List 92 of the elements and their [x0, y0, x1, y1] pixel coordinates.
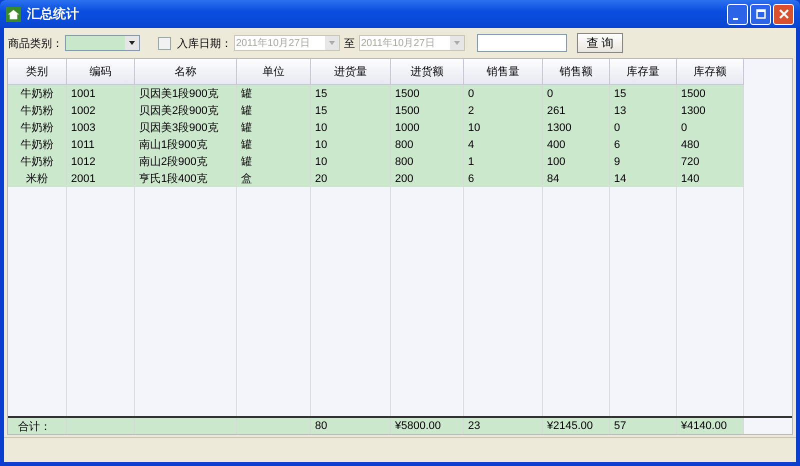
table-cell — [67, 418, 135, 434]
table-cell: 1500 — [391, 102, 464, 119]
table-cell: 亨氏1段400克 — [135, 170, 237, 187]
total-value: ¥4140.00 — [677, 418, 744, 434]
column-header[interactable]: 库存额 — [677, 59, 744, 85]
table-cell: 牛奶粉 — [8, 136, 67, 153]
table-cell: 牛奶粉 — [8, 85, 67, 102]
table-cell: 400 — [543, 136, 610, 153]
table-cell: 0 — [464, 85, 543, 102]
category-label: 商品类别： — [8, 36, 63, 50]
table-cell: 10 — [311, 136, 391, 153]
table-cell: 100 — [543, 153, 610, 170]
maximize-icon — [756, 9, 766, 19]
column-header[interactable]: 类别 — [8, 59, 67, 85]
close-button[interactable] — [773, 4, 794, 24]
search-button[interactable]: 查 询 — [577, 33, 623, 53]
table-cell: 15 — [311, 85, 391, 102]
column-header[interactable]: 编码 — [67, 59, 135, 85]
table-cell: 2001 — [67, 170, 135, 187]
table-cell: 牛奶粉 — [8, 153, 67, 170]
table-cell: 261 — [543, 102, 610, 119]
table-cell: 2 — [464, 102, 543, 119]
table-cell: 14 — [610, 170, 677, 187]
table-cell: 牛奶粉 — [8, 102, 67, 119]
table-cell: 1500 — [677, 85, 744, 102]
to-label: 至 — [344, 36, 355, 50]
window-title: 汇总统计 — [27, 5, 80, 23]
table-cell: 0 — [610, 119, 677, 136]
table-cell: 米粉 — [8, 170, 67, 187]
table-cell: 800 — [391, 153, 464, 170]
table-cell: 罐 — [237, 85, 311, 102]
table-cell: 200 — [391, 170, 464, 187]
total-value: 23 — [464, 418, 543, 434]
search-field[interactable] — [477, 34, 567, 52]
date-label: 入库日期： — [177, 36, 232, 50]
table-cell: 15 — [610, 85, 677, 102]
table-cell: 贝因美1段900克 — [135, 85, 237, 102]
column-header[interactable]: 库存量 — [610, 59, 677, 85]
column-header[interactable]: 名称 — [135, 59, 237, 85]
table-cell: 800 — [391, 136, 464, 153]
table-cell: 南山1段900克 — [135, 136, 237, 153]
total-value: 57 — [610, 418, 677, 434]
table-cell: 贝因美2段900克 — [135, 102, 237, 119]
table-cell: 1300 — [543, 119, 610, 136]
table-cell: 140 — [677, 170, 744, 187]
table-cell: 15 — [311, 102, 391, 119]
table-cell: 0 — [677, 119, 744, 136]
minimize-icon — [733, 18, 738, 20]
total-value: ¥5800.00 — [391, 418, 464, 434]
house-icon — [6, 6, 21, 22]
table-cell: 1500 — [391, 85, 464, 102]
table-cell: 4 — [464, 136, 543, 153]
table-cell: 1 — [464, 153, 543, 170]
total-label: 合计： — [8, 418, 67, 434]
table-cell: 罐 — [237, 119, 311, 136]
table-cell: 1003 — [67, 119, 135, 136]
table-cell: 6 — [610, 136, 677, 153]
column-header[interactable]: 单位 — [237, 59, 311, 85]
table-cell: 罐 — [237, 102, 311, 119]
table-cell: 1002 — [67, 102, 135, 119]
maximize-button[interactable] — [750, 4, 771, 24]
table-cell: 牛奶粉 — [8, 119, 67, 136]
table-cell: 10 — [311, 153, 391, 170]
table-cell: 0 — [543, 85, 610, 102]
table-cell: 480 — [677, 136, 744, 153]
table-cell: 罐 — [237, 136, 311, 153]
table-cell: 6 — [464, 170, 543, 187]
table-cell: 1000 — [391, 119, 464, 136]
table-cell: 84 — [543, 170, 610, 187]
table-cell: 13 — [610, 102, 677, 119]
table-cell: 720 — [677, 153, 744, 170]
column-header[interactable]: 进货额 — [391, 59, 464, 85]
total-value: ¥2145.00 — [543, 418, 610, 434]
checkbox[interactable] — [158, 36, 171, 50]
table-cell: 南山2段900克 — [135, 153, 237, 170]
table-cell: 1011 — [67, 136, 135, 153]
column-header[interactable]: 进货量 — [311, 59, 391, 85]
table-cell: 10 — [464, 119, 543, 136]
table-cell: 贝因美3段900克 — [135, 119, 237, 136]
table-cell: 1012 — [67, 153, 135, 170]
table-cell: 20 — [311, 170, 391, 187]
column-header[interactable]: 销售量 — [464, 59, 543, 85]
table-cell: 1001 — [67, 85, 135, 102]
table-cell: 盒 — [237, 170, 311, 187]
table-cell: 10 — [311, 119, 391, 136]
table-cell: 罐 — [237, 153, 311, 170]
table-cell: 1300 — [677, 102, 744, 119]
column-header[interactable]: 销售额 — [543, 59, 610, 85]
close-icon — [778, 9, 788, 19]
minimize-button[interactable] — [727, 4, 748, 24]
table-cell: 9 — [610, 153, 677, 170]
total-value: 80 — [311, 418, 391, 434]
